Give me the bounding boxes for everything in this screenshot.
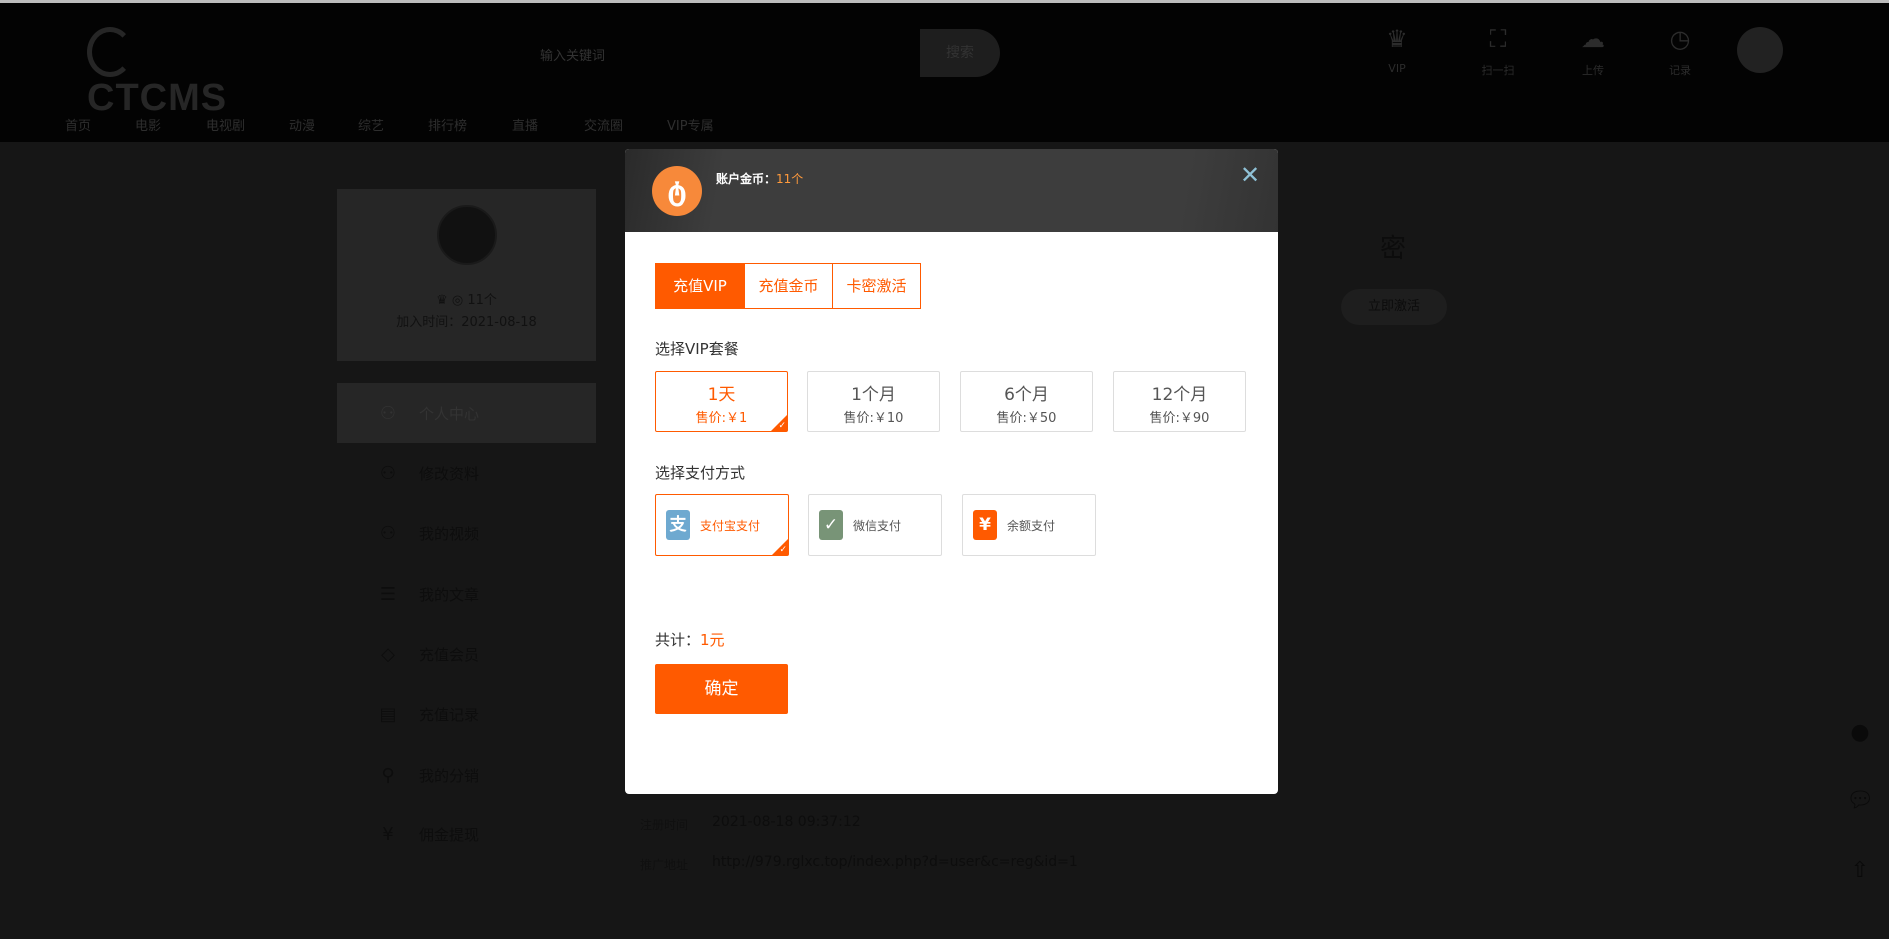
register-time-value: 2021-08-18 09:37:12 <box>712 814 861 830</box>
tab-card-activate[interactable]: 卡密激活 <box>832 264 920 308</box>
nav-movie[interactable]: 电影 <box>135 115 161 134</box>
record-icon: ▤ <box>379 703 397 725</box>
diamond-icon: ◇ <box>381 643 395 665</box>
nav-tv[interactable]: 电视剧 <box>206 115 245 134</box>
crown-icon: ♛ <box>1386 25 1408 53</box>
menu-edit-profile[interactable]: ⚇ 修改资料 <box>337 443 596 503</box>
user-avatar[interactable] <box>1737 27 1783 73</box>
check-icon: ✓ <box>778 421 786 431</box>
menu-my-videos[interactable]: ⚇ 我的视频 <box>337 503 596 563</box>
pay-wechat[interactable]: ✓ 微信支付 <box>808 494 942 556</box>
menu-distribution[interactable]: ⚲ 我的分销 <box>337 745 596 805</box>
nav-ranking[interactable]: 排行榜 <box>428 115 467 134</box>
user-icon: ⚇ <box>379 402 397 424</box>
scan-icon: ⛶ <box>1489 25 1507 53</box>
person-icon: ⚇ <box>379 522 397 544</box>
package-option[interactable]: 6个月 售价:￥50 <box>960 371 1093 432</box>
upload-link[interactable]: ☁ 上传 <box>1563 24 1623 78</box>
account-coins: 账户金币：11个 <box>716 172 804 186</box>
promo-url-label: 推广地址 <box>640 858 689 872</box>
nav-home[interactable]: 首页 <box>65 115 91 134</box>
nav-community[interactable]: 交流圈 <box>584 115 623 134</box>
history-icon: ◷ <box>1669 25 1691 53</box>
history-link[interactable]: ◷ 记录 <box>1650 24 1710 78</box>
menu-my-articles[interactable]: ☰ 我的文章 <box>337 564 596 624</box>
document-icon: ☰ <box>379 583 397 605</box>
network-icon: ⚲ <box>381 764 395 786</box>
site-logo[interactable]: CTCMS <box>87 27 267 119</box>
search-input[interactable]: 输入关键词 <box>540 45 605 64</box>
pay-alipay[interactable]: 支支付宝支付 ✓ <box>655 494 789 556</box>
nav-live[interactable]: 直播 <box>512 115 538 134</box>
total-amount: 共计：1元 <box>655 631 725 649</box>
modal-header <box>625 149 1278 232</box>
vip-link[interactable]: ♛ VIP <box>1367 24 1427 75</box>
tab-recharge-vip[interactable]: 充值VIP <box>656 264 744 308</box>
package-option[interactable]: 1个月 售价:￥10 <box>807 371 940 432</box>
money-bag-icon: ¥ <box>382 823 394 845</box>
menu-personal-center[interactable]: ⚇ 个人中心 <box>337 383 596 443</box>
nav-variety[interactable]: 综艺 <box>358 115 384 134</box>
pay-balance[interactable]: ¥ 余额支付 <box>962 494 1096 556</box>
package-option[interactable]: 1天 售价:￥1 ✓ <box>655 371 788 432</box>
check-icon: ✓ <box>779 545 787 555</box>
back-to-top-icon[interactable]: ⇧ <box>1846 858 1874 883</box>
upload-icon: ☁ <box>1581 25 1605 53</box>
register-time-label: 注册时间 <box>640 818 689 832</box>
profile-avatar <box>437 205 497 265</box>
nav-anime[interactable]: 动漫 <box>289 115 315 134</box>
close-icon[interactable]: ✕ <box>1240 161 1260 189</box>
scan-link[interactable]: ⛶ 扫一扫 <box>1468 24 1528 78</box>
nav-vip[interactable]: VIP专属 <box>667 115 714 134</box>
package-section-title: 选择VIP套餐 <box>655 340 739 358</box>
wechat-icon: ✓ <box>819 510 843 540</box>
confirm-button[interactable]: 确定 <box>655 664 788 714</box>
package-option[interactable]: 12个月 售价:￥90 <box>1113 371 1246 432</box>
profile-card: ♛ ◎ 11个 加入时间：2021-08-18 <box>337 189 596 361</box>
menu-recharge-records[interactable]: ▤ 充值记录 <box>337 684 596 744</box>
modal-avatar: ტ <box>652 166 702 216</box>
menu-withdraw[interactable]: ¥ 佣金提现 <box>337 804 596 864</box>
recharge-tabs: 充值VIP 充值金币 卡密激活 <box>655 263 921 309</box>
activate-button[interactable]: 立即激活 <box>1341 289 1447 325</box>
chat-icon[interactable]: 💬︎ <box>1846 788 1874 813</box>
promo-url-value[interactable]: http://979.rglxc.top/index.php?d=user&c=… <box>712 854 1078 870</box>
qq-icon[interactable]: ● <box>1846 720 1874 745</box>
search-button[interactable]: 搜索 <box>920 29 1000 77</box>
card-title: 密 <box>1380 234 1407 264</box>
recharge-modal: ტ 账户金币：11个 ✕ 充值VIP 充值金币 卡密激活 选择VIP套餐 1天售… <box>625 149 1278 794</box>
profile-coins: ♛ ◎ 11个 <box>436 293 497 308</box>
yen-icon: ¥ <box>973 510 997 540</box>
menu-recharge-vip[interactable]: ◇ 充值会员 <box>337 624 596 684</box>
profile-join-date: 加入时间：2021-08-18 <box>396 315 537 330</box>
payment-section-title: 选择支付方式 <box>655 464 746 482</box>
user-edit-icon: ⚇ <box>379 462 397 484</box>
alipay-icon: 支 <box>666 510 690 540</box>
tab-recharge-coins[interactable]: 充值金币 <box>744 264 832 308</box>
